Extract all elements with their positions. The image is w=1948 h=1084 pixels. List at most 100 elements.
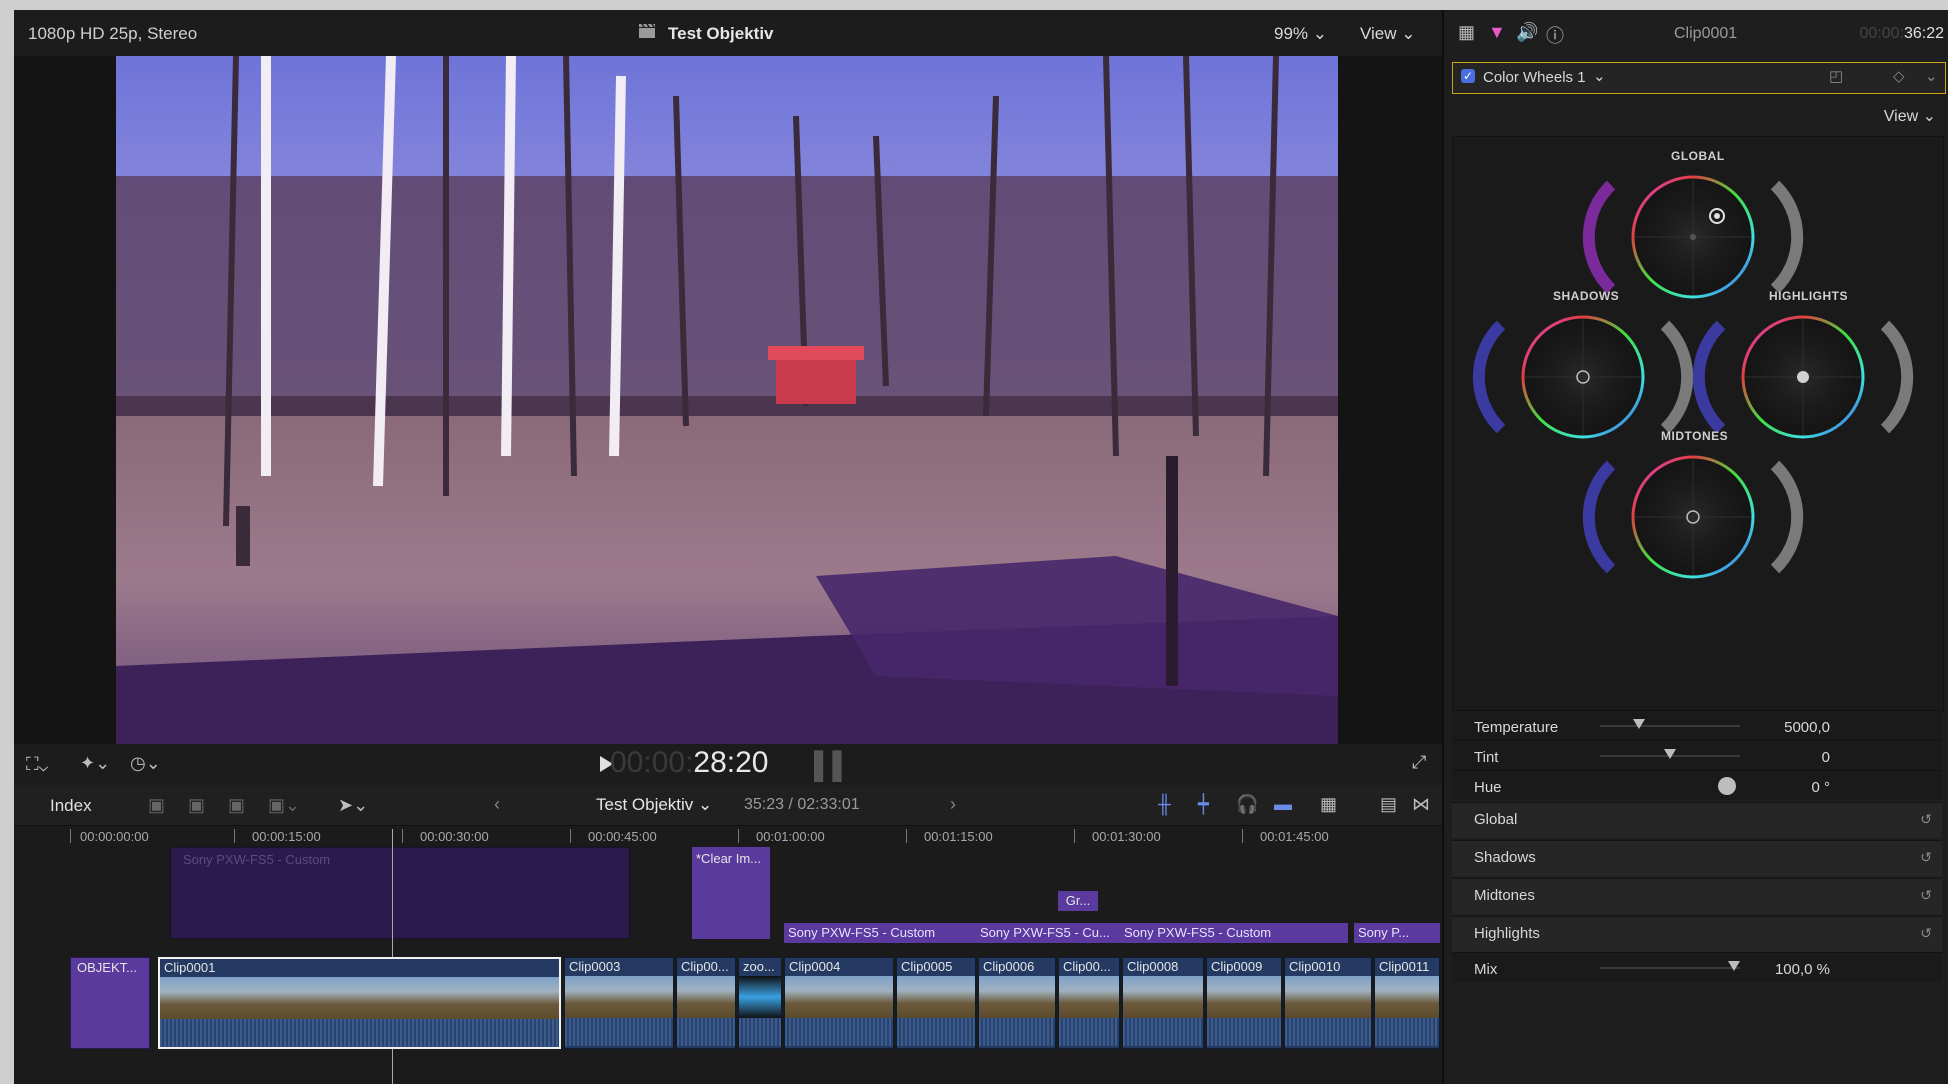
highlights-wheel[interactable] (1692, 315, 1914, 439)
primary-clip-selected[interactable]: Clip0001 (158, 957, 561, 1049)
reset-icon[interactable]: ↺ (1920, 925, 1932, 942)
connected-clip[interactable]: Sony PXW-FS5 - Custom (170, 847, 630, 939)
chevron-down-icon[interactable]: ⌄ (1925, 67, 1938, 85)
timecode-dim: 00:00: (610, 746, 694, 779)
primary-clip[interactable]: Clip0005 (896, 957, 976, 1049)
shadows-wheel[interactable] (1472, 315, 1694, 439)
tint-slider[interactable] (1600, 749, 1740, 759)
clip-label: Clip00... (1063, 959, 1111, 974)
section-highlights[interactable]: Highlights ↺ (1452, 916, 1942, 952)
inspector-timecode-dim: 00:00: (1859, 25, 1904, 42)
clip-label: Clip0011 (1379, 959, 1430, 974)
index-button[interactable]: Index (50, 796, 92, 816)
global-wheel[interactable] (1582, 175, 1804, 299)
timecode-display: 00:00:28:20 (610, 746, 769, 780)
fullscreen-icon[interactable]: ⤢ (1412, 752, 1426, 773)
primary-clip[interactable]: Clip00... (676, 957, 736, 1049)
project-menu[interactable]: Test Objektiv ⌄ (596, 795, 712, 815)
checkbox[interactable]: ✓ (1461, 69, 1475, 83)
reset-icon[interactable]: ↺ (1920, 811, 1932, 828)
param-value[interactable]: 0 (1822, 749, 1830, 766)
clip-label: Clip0009 (1211, 959, 1263, 974)
primary-clip[interactable]: Clip0010 (1284, 957, 1372, 1049)
keyframe-icon[interactable]: ◇ (1893, 67, 1905, 85)
view-label: View (1360, 24, 1397, 43)
skimming-icon[interactable]: ╫ (1158, 794, 1171, 815)
window-edge (0, 0, 1948, 10)
back-arrow-icon[interactable]: ‹ (494, 794, 500, 815)
viewer-toolbar: 1080p HD 25p, Stereo Test Objektiv 99% ⌄… (14, 10, 1442, 56)
midtones-wheel[interactable] (1582, 455, 1804, 579)
connected-clip[interactable]: Sony P... (1354, 923, 1440, 943)
connect-icon[interactable]: ▣ (148, 795, 165, 816)
snapping-icon[interactable]: ┿ (1198, 794, 1209, 815)
primary-clip[interactable]: Clip00... (1058, 957, 1120, 1049)
primary-clip[interactable]: zoo... (738, 957, 782, 1049)
ruler-label: 00:01:45:00 (1260, 829, 1329, 844)
param-value[interactable]: 100,0 % (1775, 961, 1830, 978)
video-inspector-icon[interactable]: ▦ (1458, 22, 1475, 43)
duration-label: 35:23 / 02:33:01 (744, 796, 860, 813)
audio-meter-icon: ▌▌ (814, 750, 851, 780)
param-label: Hue (1474, 779, 1502, 796)
ruler-label: 00:00:45:00 (588, 829, 657, 844)
param-value[interactable]: 0 ° (1811, 779, 1830, 796)
forward-arrow-icon[interactable]: › (950, 794, 956, 815)
transform-icon[interactable]: ⛶⌄ (26, 754, 48, 775)
transitions-icon[interactable]: ⋈ (1412, 794, 1430, 815)
solo-icon[interactable]: ▬ (1274, 794, 1292, 815)
timeline: Index ▣ ▣ ▣ ▣⌄ ➤⌄ ‹ Test Objektiv ⌄ 35:2… (14, 785, 1442, 1084)
speed-icon[interactable]: ◷⌄ (130, 753, 161, 774)
headphones-icon[interactable]: 🎧 (1236, 794, 1258, 815)
overwrite-icon[interactable]: ▣⌄ (268, 795, 300, 816)
connected-clip[interactable]: Sony PXW-FS5 - Custom (1120, 923, 1348, 943)
param-value[interactable]: 5000,0 (1784, 719, 1830, 736)
primary-clip[interactable]: Clip0004 (784, 957, 894, 1049)
inspector-clip-name: Clip0001 (1674, 25, 1738, 42)
color-wheels-selector[interactable]: ✓ Color Wheels 1 ⌄ ◰ ◇ ⌄ (1452, 62, 1946, 94)
param-tint[interactable]: Tint 0 (1452, 740, 1942, 770)
timeline-toolbar: Index ▣ ▣ ▣ ▣⌄ ➤⌄ ‹ Test Objektiv ⌄ 35:2… (14, 785, 1442, 826)
select-tool-icon[interactable]: ➤⌄ (338, 795, 368, 816)
mix-slider[interactable] (1600, 961, 1740, 971)
timeline-ruler[interactable]: 00:00:00:00 00:00:15:00 00:00:30:00 00:0… (70, 829, 1440, 847)
title-clip[interactable]: Gr... (1058, 891, 1098, 911)
view-label: View (1883, 108, 1919, 125)
section-label: Midtones (1474, 887, 1535, 904)
reset-icon[interactable]: ↺ (1920, 849, 1932, 866)
section-shadows[interactable]: Shadows ↺ (1452, 840, 1942, 876)
view-menu[interactable]: View ⌄ (1360, 24, 1416, 44)
magic-wand-icon[interactable]: ✦⌄ (80, 753, 110, 774)
param-temperature[interactable]: Temperature 5000,0 (1452, 710, 1942, 740)
param-mix[interactable]: Mix 100,0 % (1452, 952, 1942, 982)
primary-clip[interactable]: Clip0006 (978, 957, 1056, 1049)
param-hue[interactable]: Hue 0 ° (1452, 770, 1942, 800)
connected-clip[interactable]: Sony PXW-FS5 - Custom (784, 923, 982, 943)
section-midtones[interactable]: Midtones ↺ (1452, 878, 1942, 914)
section-label: Shadows (1474, 849, 1536, 866)
wheel-view-menu[interactable]: View ⌄ (1884, 106, 1936, 126)
primary-clip[interactable]: OBJEKT... (70, 957, 150, 1049)
primary-clip[interactable]: Clip0008 (1122, 957, 1204, 1049)
browser-toggle-icon[interactable]: ▤ (1380, 794, 1397, 815)
primary-clip[interactable]: Clip0009 (1206, 957, 1282, 1049)
temperature-slider[interactable] (1600, 719, 1740, 729)
format-label: 1080p HD 25p, Stereo (28, 24, 198, 43)
info-inspector-icon[interactable]: ⓘ (1546, 22, 1564, 48)
clip-appearance-icon[interactable]: ▦ (1320, 794, 1337, 815)
primary-clip[interactable]: Clip0003 (564, 957, 674, 1049)
insert-icon[interactable]: ▣ (188, 795, 205, 816)
connected-clip[interactable]: *Clear Im... (692, 847, 770, 939)
audio-inspector-icon[interactable]: 🔊 (1516, 22, 1538, 43)
ruler-label: 00:00:00:00 (80, 829, 149, 844)
connected-clip[interactable]: Sony PXW-FS5 - Cu... (976, 923, 1128, 943)
append-icon[interactable]: ▣ (228, 795, 245, 816)
reset-icon[interactable]: ↺ (1920, 887, 1932, 904)
app-window: 1080p HD 25p, Stereo Test Objektiv 99% ⌄… (0, 0, 1948, 1084)
section-global[interactable]: Global ↺ (1452, 802, 1942, 838)
primary-clip[interactable]: Clip0011 (1374, 957, 1440, 1049)
hue-dial[interactable] (1718, 777, 1736, 795)
color-inspector-icon[interactable]: ▼ (1488, 22, 1506, 43)
mask-icon[interactable]: ◰ (1829, 67, 1843, 85)
zoom-menu[interactable]: 99% ⌄ (1274, 24, 1327, 44)
